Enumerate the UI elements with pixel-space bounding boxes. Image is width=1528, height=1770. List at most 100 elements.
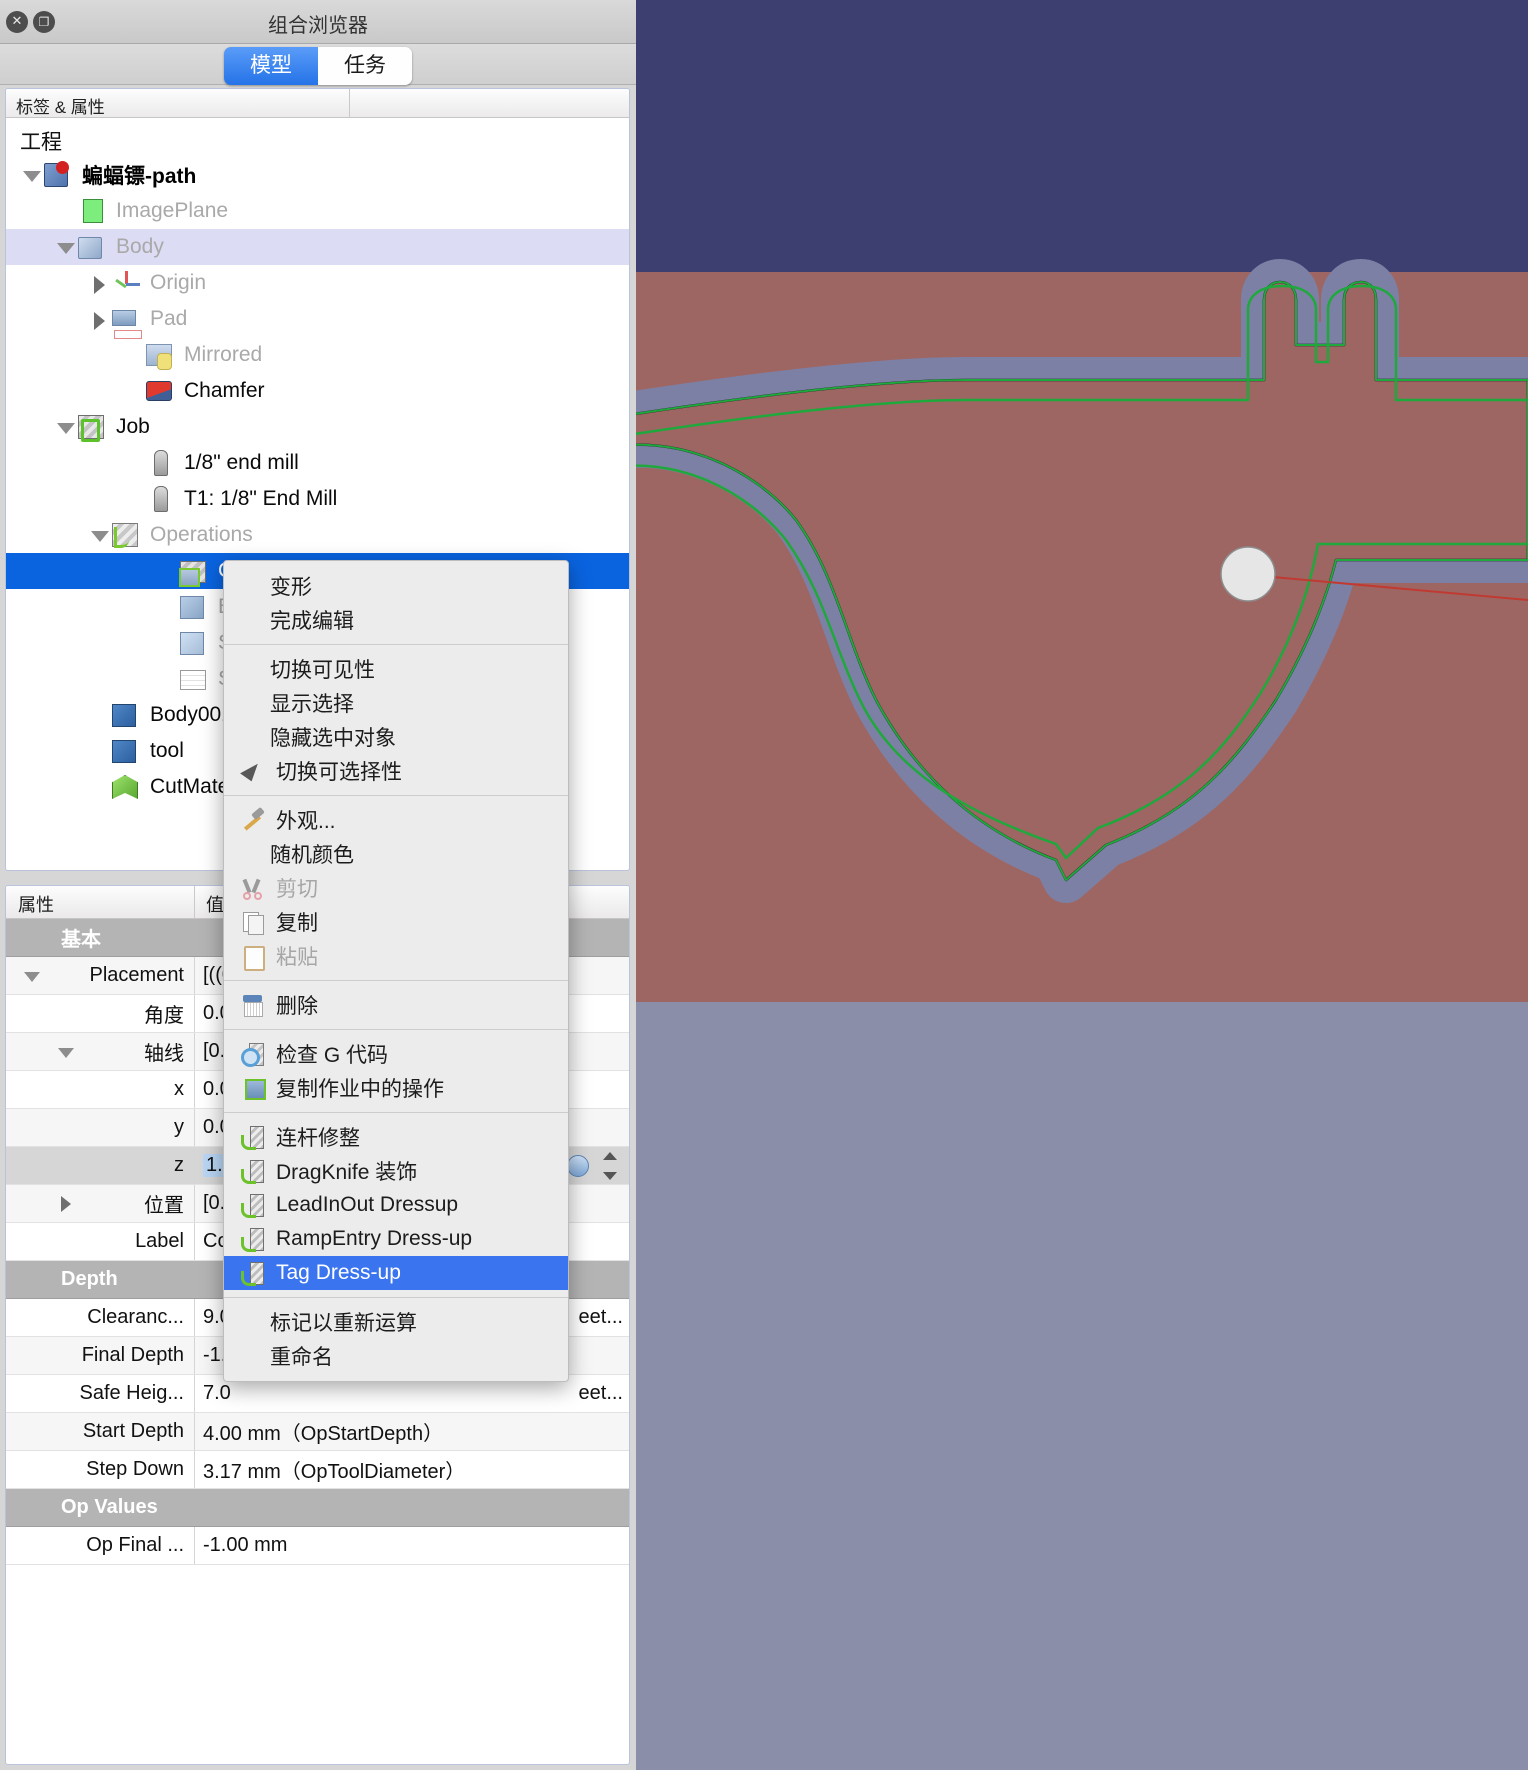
tree-item-t1-1-8-end-mill[interactable]: T1: 1/8" End Mill	[6, 481, 629, 517]
paste-icon	[240, 944, 266, 971]
tree-item-chamfer[interactable]: Chamfer	[6, 373, 629, 409]
menu-item-dragknife-装饰[interactable]: DragKnife 装饰	[224, 1154, 568, 1188]
tab-model[interactable]: 模型	[224, 47, 318, 85]
pad-icon	[112, 305, 142, 339]
value-stepper[interactable]	[599, 1150, 621, 1182]
chevron-right-icon[interactable]	[88, 272, 110, 294]
property-name-cell: Final Depth	[6, 1337, 194, 1374]
menu-item-显示选择[interactable]: 显示选择	[224, 686, 568, 720]
menu-item-tag-dress-up[interactable]: Tag Dress-up	[224, 1256, 568, 1290]
menu-item-label: Tag Dress-up	[276, 1261, 401, 1284]
menu-item-完成编辑[interactable]: 完成编辑	[224, 603, 568, 637]
tree-item-imageplane[interactable]: ImagePlane	[6, 193, 629, 229]
menu-item-label: 完成编辑	[270, 610, 354, 633]
property-name-cell: Step Down	[6, 1451, 194, 1488]
chevron-down-icon[interactable]	[24, 967, 42, 985]
context-menu[interactable]: 变形完成编辑切换可见性 显示选择 隐藏选中对象 切换可选择性 外观... 随机颜色剪切复制…	[223, 560, 569, 1382]
menu-item-删除[interactable]: 删除	[224, 988, 568, 1022]
menu-item-连杆修整[interactable]: 连杆修整	[224, 1120, 568, 1154]
menu-item-标记以重新运算[interactable]: 标记以重新运算	[224, 1305, 568, 1339]
menu-item-检查-g-代码[interactable]: 检查 G 代码	[224, 1037, 568, 1071]
tree-item-job[interactable]: Job	[6, 409, 629, 445]
menu-item-label: 剪切	[276, 878, 318, 901]
chevron-down-icon[interactable]	[54, 416, 76, 438]
property-name: Safe Heig...	[79, 1382, 184, 1404]
tree-item-pad[interactable]: Pad	[6, 301, 629, 339]
property-name-cell: Start Depth	[6, 1413, 194, 1450]
tree-item-label: tool	[150, 739, 184, 762]
trash-icon	[240, 993, 266, 1017]
property-value: [0.	[203, 1040, 226, 1062]
tree-header-divider[interactable]	[349, 89, 350, 117]
menu-item-重命名[interactable]: 重命名	[224, 1339, 568, 1373]
tab-tasks[interactable]: 任务	[318, 47, 412, 85]
property-name-cell: Label	[6, 1223, 194, 1260]
dressup-icon	[240, 1125, 266, 1150]
tree-item-mirrored[interactable]: Mirrored	[6, 337, 629, 373]
menu-item-label: 复制作业中的操作	[276, 1078, 444, 1101]
chevron-right-icon[interactable]	[58, 1195, 76, 1213]
property-name-cell: 基本	[6, 919, 194, 956]
property-header-divider[interactable]	[194, 886, 195, 918]
menu-item-切换可见性[interactable]: 切换可见性	[224, 652, 568, 686]
menu-item-剪切: 剪切	[224, 871, 568, 905]
chevron-down-icon[interactable]	[54, 236, 76, 258]
menu-item-切换可选择性[interactable]: 切换可选择性	[224, 754, 568, 788]
dressup-icon	[240, 1261, 266, 1286]
property-value-suffix: eet...	[578, 1382, 623, 1404]
menu-icon-spacer	[240, 691, 266, 715]
property-name: x	[174, 1078, 184, 1100]
property-name: Start Depth	[82, 1420, 184, 1442]
tree-item-label: Job	[116, 415, 150, 438]
tree-item-1-8-end-mill[interactable]: 1/8" end mill	[6, 445, 629, 481]
tree-item-label: Mirrored	[184, 343, 263, 366]
tree-item-path[interactable]: 蝙蝠镖-path	[6, 157, 629, 193]
menu-item-复制作业中的操作[interactable]: 复制作业中的操作	[224, 1071, 568, 1105]
menu-item-变形[interactable]: 变形	[224, 569, 568, 603]
body-icon	[78, 233, 108, 261]
copy-icon	[240, 910, 266, 935]
menu-item-外观[interactable]: 外观...	[224, 803, 568, 837]
menu-item-label: 连杆修整	[276, 1127, 360, 1150]
menu-icon-spacer	[240, 842, 266, 866]
property-name: 轴线	[144, 1043, 184, 1065]
chevron-down-icon[interactable]	[20, 164, 42, 186]
tree-item-origin[interactable]: Origin	[6, 265, 629, 301]
menu-separator	[224, 1297, 568, 1298]
menu-item-label: DragKnife 装饰	[276, 1161, 418, 1184]
cutmaterial-icon	[112, 773, 142, 801]
expression-editor-icon[interactable]	[567, 1155, 589, 1177]
chamfer-icon	[146, 377, 176, 405]
menu-item-复制[interactable]: 复制	[224, 905, 568, 939]
3d-viewport[interactable]	[636, 0, 1528, 1770]
property-row[interactable]: Op Final ... -1.00 mm	[6, 1527, 629, 1565]
property-value-cell[interactable]: 3.17 mm（OpToolDiameter）	[194, 1451, 629, 1488]
property-value-cell[interactable]: -1.00 mm	[194, 1527, 629, 1564]
menu-item-leadinout-dressup[interactable]: LeadInOut Dressup	[224, 1188, 568, 1222]
tree-item-label: Body	[116, 235, 164, 258]
property-value-cell[interactable]: 4.00 mm（OpStartDepth）	[194, 1413, 629, 1450]
tree-item-label: Operations	[150, 523, 253, 546]
property-name: z	[174, 1154, 184, 1176]
menu-separator	[224, 980, 568, 981]
property-header-name: 属性	[18, 895, 54, 915]
menu-item-隐藏选中对象[interactable]: 隐藏选中对象	[224, 720, 568, 754]
tree-item-label: 蝙蝠镖-path	[82, 165, 197, 188]
chevron-right-icon[interactable]	[88, 308, 110, 330]
tree-item-operations[interactable]: Operations	[6, 517, 629, 553]
tree-item-body[interactable]: Body	[6, 229, 629, 265]
menu-item-随机颜色[interactable]: 随机颜色	[224, 837, 568, 871]
chevron-down-icon[interactable]	[88, 524, 110, 546]
chevron-down-icon[interactable]	[58, 1043, 76, 1061]
property-row[interactable]: Step Down 3.17 mm（OpToolDiameter）	[6, 1451, 629, 1489]
dressup-icon	[240, 1227, 266, 1252]
tree-item-label: ImagePlane	[116, 199, 229, 222]
menu-item-rampentry-dress-up[interactable]: RampEntry Dress-up	[224, 1222, 568, 1256]
property-row[interactable]: Start Depth 4.00 mm（OpStartDepth）	[6, 1413, 629, 1451]
panel-title: 组合浏览器	[268, 13, 368, 37]
cube-blue-icon	[112, 737, 142, 765]
segmented-tabs: 模型 任务	[224, 47, 412, 85]
property-name: Label	[135, 1230, 184, 1252]
